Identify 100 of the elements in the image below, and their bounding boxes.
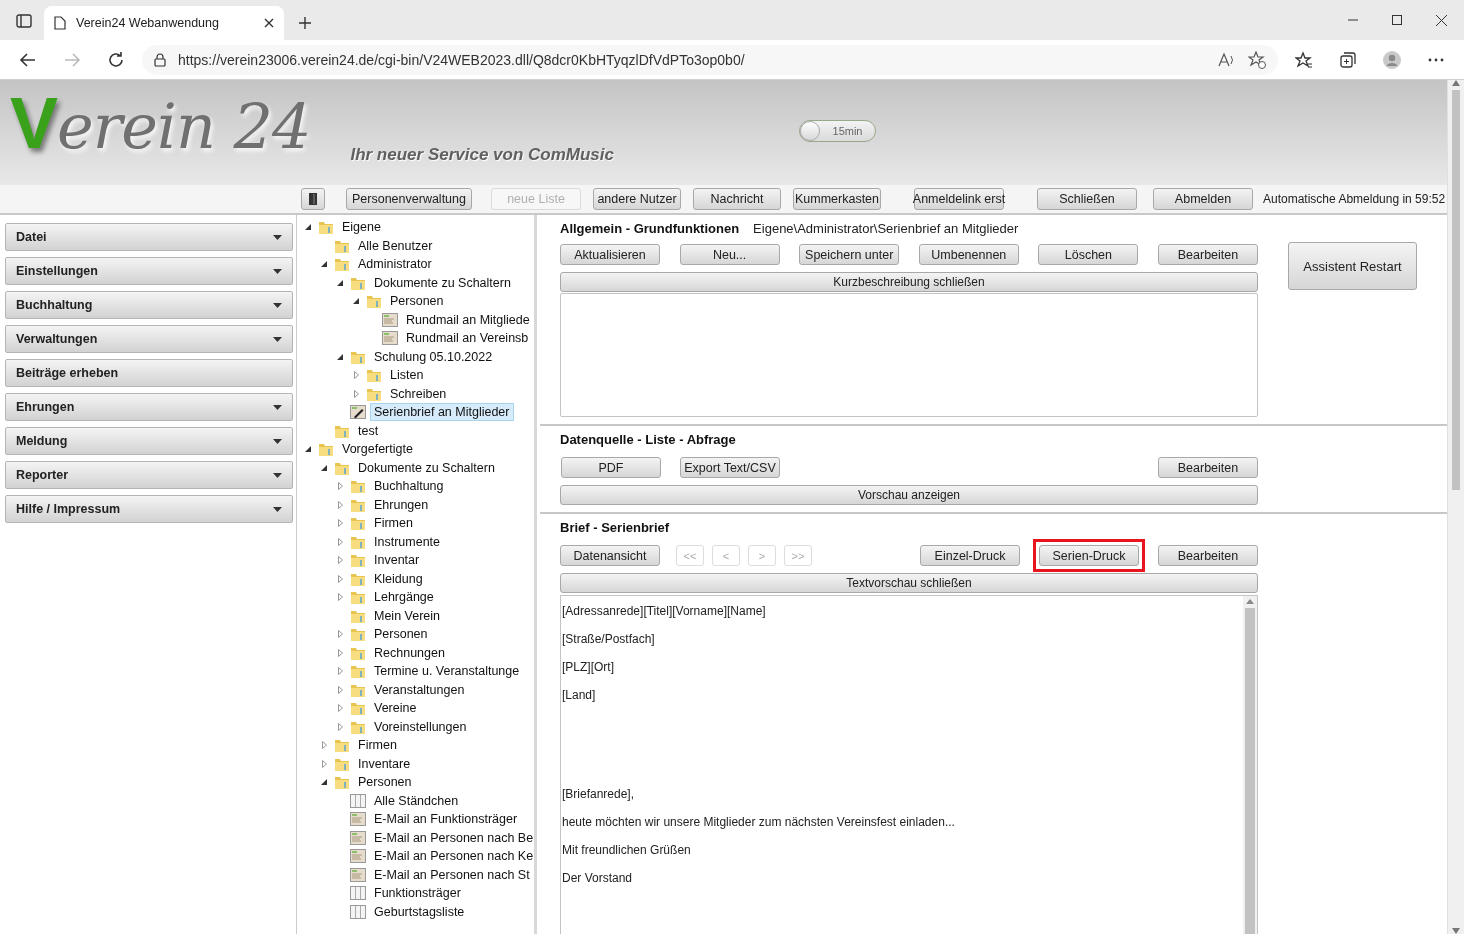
action-button[interactable]: Einzel-Druck: [920, 545, 1020, 566]
expand-arrow-icon[interactable]: [337, 593, 343, 602]
close-icon[interactable]: [264, 18, 274, 28]
expand-arrow-icon[interactable]: [337, 667, 343, 676]
back-icon[interactable]: [19, 50, 37, 69]
scroll-up-icon[interactable]: [1452, 80, 1460, 86]
assistant-button[interactable]: Assistent Restart: [1288, 242, 1417, 290]
tree-item[interactable]: E-Mail an Funktionsträger: [370, 810, 522, 829]
refresh-icon[interactable]: [107, 50, 125, 69]
menu-item[interactable]: Reporter: [5, 461, 293, 489]
tree-item[interactable]: Termine u. Veranstaltunge: [370, 662, 524, 681]
action-button[interactable]: Export Text/CSV: [680, 457, 780, 478]
tree-item[interactable]: Mein Verein: [370, 606, 444, 625]
scrollbar-thumb[interactable]: [1245, 608, 1255, 934]
tree-item[interactable]: Vereine: [370, 699, 421, 718]
tree-item[interactable]: Buchhaltung: [370, 477, 448, 496]
tree-item[interactable]: Firmen: [370, 514, 417, 533]
toolbar-button[interactable]: Schließen: [1037, 188, 1137, 210]
scrollbar[interactable]: [1447, 80, 1464, 934]
tree-item[interactable]: Dokumente zu Schaltern: [354, 458, 499, 477]
expand-arrow-icon[interactable]: [353, 389, 359, 398]
expand-arrow-icon[interactable]: [321, 741, 327, 750]
toggle-bar-button[interactable]: Kurzbeschreibung schließen: [560, 272, 1258, 292]
scrollbar[interactable]: [1243, 596, 1257, 934]
menu-item[interactable]: Ehrungen: [5, 393, 293, 421]
menu-item[interactable]: Buchhaltung: [5, 291, 293, 319]
action-button[interactable]: Löschen: [1038, 244, 1139, 265]
expand-arrow-icon[interactable]: [337, 704, 343, 713]
collapse-arrow-icon[interactable]: [321, 464, 327, 471]
menu-item[interactable]: Beiträge erheben: [5, 359, 293, 387]
action-button[interactable]: Neu...: [679, 244, 780, 265]
profile-avatar-icon[interactable]: [1383, 50, 1401, 69]
expand-arrow-icon[interactable]: [337, 500, 343, 509]
timeout-toggle[interactable]: 15min: [799, 120, 876, 142]
expand-arrow-icon[interactable]: [337, 630, 343, 639]
tree-item[interactable]: Schulung 05.10.2022: [370, 347, 497, 366]
tree-item[interactable]: Schreiben: [386, 384, 451, 403]
forward-icon[interactable]: [63, 50, 81, 69]
tree-item[interactable]: Rechnungen: [370, 643, 449, 662]
action-button[interactable]: Bearbeiten: [1158, 545, 1258, 566]
menu-item[interactable]: Verwaltungen: [5, 325, 293, 353]
tree-item[interactable]: Dokumente zu Schaltern: [370, 273, 515, 292]
tree-item[interactable]: Rundmail an Vereinsb: [402, 329, 533, 348]
expand-arrow-icon[interactable]: [337, 556, 343, 565]
menu-item[interactable]: Hilfe / Impressum: [5, 495, 293, 523]
tree-item[interactable]: Personen: [370, 625, 432, 644]
expand-arrow-icon[interactable]: [337, 519, 343, 528]
maximize-icon[interactable]: [1392, 15, 1402, 25]
collections-icon[interactable]: [1339, 50, 1357, 69]
toggle-bar-button[interactable]: Vorschau anzeigen: [560, 485, 1258, 505]
expand-arrow-icon[interactable]: [337, 537, 343, 546]
action-button[interactable]: Bearbeiten: [1157, 244, 1258, 265]
tree-item[interactable]: Lehrgänge: [370, 588, 438, 607]
tree-item[interactable]: Inventar: [370, 551, 424, 570]
toolbar-button[interactable]: andere Nutzer: [593, 188, 681, 210]
toolbar-button[interactable]: Anmeldelink erst: [914, 188, 1004, 210]
collapse-arrow-icon[interactable]: [337, 353, 343, 360]
tree-item[interactable]: Listen: [386, 366, 428, 385]
action-button[interactable]: Datenansicht: [560, 545, 660, 566]
address-bar[interactable]: https://verein23006.verein24.de/cgi-bin/V24WEB2023.dll/Q8dcr0KbHTyqzlDfVdPTo3op0b0/: [142, 44, 1278, 75]
menu-item[interactable]: Meldung: [5, 427, 293, 455]
tree-item[interactable]: Personen: [354, 773, 416, 792]
action-button[interactable]: PDF: [561, 457, 661, 478]
action-button[interactable]: Aktualisieren: [560, 244, 660, 265]
tree-item[interactable]: Funktionsträger: [370, 884, 465, 903]
collapse-arrow-icon[interactable]: [305, 224, 311, 231]
panel-button[interactable]: [301, 188, 325, 210]
tree-item[interactable]: Instrumente: [370, 532, 444, 551]
expand-arrow-icon[interactable]: [337, 648, 343, 657]
expand-arrow-icon[interactable]: [337, 722, 343, 731]
toolbar-button[interactable]: Nachricht: [693, 188, 781, 210]
tree-item[interactable]: Geburtstagsliste: [370, 902, 469, 921]
close-icon[interactable]: [1436, 14, 1447, 26]
tree-item[interactable]: test: [354, 421, 383, 440]
toolbar-button[interactable]: Personenverwaltung: [346, 188, 472, 210]
tree-item[interactable]: Kleidung: [370, 569, 427, 588]
collapse-arrow-icon[interactable]: [305, 446, 311, 453]
tree-item[interactable]: Personen: [386, 292, 448, 311]
tree-item[interactable]: Alle Ständchen: [370, 791, 463, 810]
tree-item[interactable]: Rundmail an Mitgliede: [402, 310, 534, 329]
action-button[interactable]: Speichern unter: [799, 244, 900, 265]
collapse-arrow-icon[interactable]: [321, 779, 327, 786]
expand-arrow-icon[interactable]: [353, 371, 359, 380]
tree-item[interactable]: Serienbrief an Mitglieder: [370, 403, 514, 422]
favorites-icon[interactable]: [1295, 50, 1313, 69]
tree-item[interactable]: Alle Benutzer: [354, 236, 437, 255]
toggle-bar-button[interactable]: Textvorschau schließen: [560, 573, 1258, 593]
action-button[interactable]: Bearbeiten: [1158, 457, 1258, 478]
tree-item[interactable]: Firmen: [354, 736, 401, 755]
action-button[interactable]: Umbenennen: [918, 244, 1019, 265]
tab-actions-icon[interactable]: [16, 14, 32, 28]
browser-tab[interactable]: Verein24 Webanwendung: [44, 6, 284, 40]
tree-item[interactable]: Vorgefertigte: [338, 440, 417, 459]
tree-item[interactable]: Veranstaltungen: [370, 680, 469, 699]
expand-arrow-icon[interactable]: [337, 482, 343, 491]
collapse-arrow-icon[interactable]: [353, 298, 359, 305]
toolbar-button[interactable]: Kummerkasten: [793, 188, 881, 210]
scroll-up-icon[interactable]: [1246, 599, 1254, 604]
read-aloud-icon[interactable]: [1218, 52, 1236, 67]
collapse-arrow-icon[interactable]: [321, 261, 327, 268]
